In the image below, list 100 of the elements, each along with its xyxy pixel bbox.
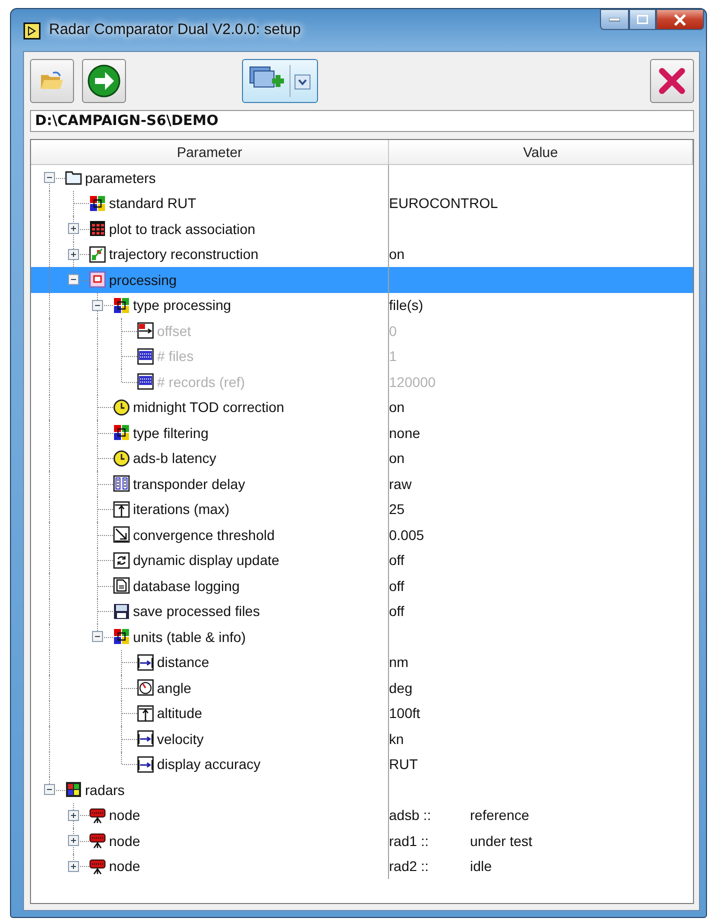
- puzzle-icon: [89, 194, 106, 212]
- collapse-icon[interactable]: [44, 172, 55, 184]
- expand-icon[interactable]: [68, 223, 79, 234]
- close-button[interactable]: [656, 9, 704, 30]
- parameter-value: 0: [389, 322, 398, 339]
- tree-row[interactable]: display accuracy RUT: [31, 752, 693, 777]
- node-status: under test: [470, 832, 532, 849]
- minimize-icon: [609, 18, 620, 22]
- parameter-value: rad1 ::: [389, 832, 430, 849]
- maximize-icon: [637, 15, 648, 24]
- tree-row[interactable]: midnight TOD correction on: [31, 394, 693, 420]
- parameter-label: altitude: [157, 705, 202, 722]
- collapse-icon[interactable]: [44, 784, 55, 796]
- parameter-value: 0.005: [389, 526, 426, 543]
- folder-icon: [65, 169, 82, 186]
- parameter-label: type filtering: [133, 424, 208, 441]
- collapse-icon[interactable]: [68, 274, 79, 286]
- parameter-value: adsb ::: [389, 807, 432, 824]
- parameter-label: node: [109, 858, 140, 874]
- parameter-label: radars: [85, 782, 125, 798]
- expand-icon[interactable]: [68, 248, 79, 260]
- parameter-value: off: [389, 552, 406, 568]
- tree-row[interactable]: transponder delay raw: [31, 471, 693, 496]
- tree-row[interactable]: angle deg: [31, 675, 693, 700]
- puzzle-icon: [113, 424, 130, 442]
- parameter-value: kn: [389, 730, 405, 747]
- parameter-label: trajectory reconstruction: [109, 246, 258, 262]
- tree-row[interactable]: standard RUT EUROCONTROL: [31, 190, 693, 216]
- parameter-label: node: [109, 807, 140, 824]
- minimize-button[interactable]: [600, 9, 629, 30]
- parameter-label: processing: [109, 272, 177, 288]
- parameter-label: offset: [157, 322, 191, 339]
- grid-icon: [65, 781, 82, 798]
- document-icon: [113, 577, 130, 594]
- run-button[interactable]: [82, 59, 126, 103]
- tree-row[interactable]: processing: [31, 267, 693, 292]
- tree-row[interactable]: units (table & info): [31, 624, 693, 650]
- clock-icon: [113, 450, 130, 467]
- window-title: Radar Comparator Dual V2.0.0: setup: [49, 21, 302, 38]
- maximize-button[interactable]: [629, 9, 656, 30]
- node-status: reference: [470, 807, 530, 824]
- open-folder-button[interactable]: [30, 59, 74, 103]
- tree-row[interactable]: save processed files off: [31, 598, 693, 624]
- app-icon: [23, 22, 41, 40]
- parameter-label: standard RUT: [109, 195, 196, 212]
- tree-row[interactable]: type filtering none: [31, 420, 693, 446]
- tree-row[interactable]: node rad2 :: idle: [31, 854, 693, 879]
- tree-row[interactable]: database logging off: [31, 573, 693, 598]
- parameter-value: 25: [389, 501, 406, 518]
- list-icon: [137, 373, 154, 390]
- tree-row[interactable]: radars: [31, 777, 693, 802]
- parameter-label: save processed files: [133, 603, 260, 620]
- parameter-value: 1: [389, 348, 398, 364]
- tree-row[interactable]: plot to track association: [31, 216, 693, 242]
- tree-row[interactable]: dynamic display update off: [31, 548, 693, 573]
- parameter-value: nm: [389, 654, 410, 670]
- parameter-label: # records (ref): [157, 374, 245, 390]
- parameter-value: on: [389, 399, 406, 416]
- slope-icon: [113, 526, 130, 544]
- tree-row[interactable]: ads-b latency on: [31, 446, 693, 471]
- column-header[interactable]: Parameter: [31, 140, 389, 165]
- tree-row[interactable]: node adsb :: reference: [31, 802, 693, 828]
- add-window-dropdown-button[interactable]: [242, 59, 318, 103]
- parameter-value: off: [389, 578, 406, 594]
- parameter-value: on: [389, 450, 406, 466]
- close-icon: [658, 67, 686, 95]
- parameter-label: velocity: [157, 730, 204, 747]
- tree-row[interactable]: iterations (max) 25: [31, 496, 693, 522]
- graph-icon: [89, 246, 106, 263]
- tree-row[interactable]: type processing file(s): [31, 292, 693, 318]
- parameter-value: rad2 ::: [389, 858, 430, 874]
- puzzle-icon: [113, 296, 130, 314]
- folder-icon: [39, 70, 65, 92]
- puzzle-icon: [113, 628, 130, 646]
- collapse-icon[interactable]: [92, 300, 103, 311]
- gauge-icon: [137, 679, 154, 696]
- expand-icon[interactable]: [68, 810, 79, 821]
- cluster-icon: [89, 271, 106, 288]
- path-field[interactable]: D:\CAMPAIGN-S6\DEMO: [30, 110, 694, 132]
- close-button[interactable]: [650, 59, 694, 103]
- parameter-label: distance: [157, 654, 210, 670]
- tree-row[interactable]: parameters: [31, 165, 693, 190]
- tree-row[interactable]: convergence threshold 0.005: [31, 522, 693, 548]
- parameter-value: 100ft: [389, 705, 422, 722]
- expand-icon[interactable]: [68, 835, 79, 846]
- parameter-label: database logging: [133, 578, 240, 594]
- tree-row[interactable]: velocity kn: [31, 726, 693, 752]
- tree-row[interactable]: distance nm: [31, 650, 693, 675]
- parameter-label: dynamic display update: [133, 552, 280, 568]
- column-header[interactable]: Value: [389, 140, 693, 165]
- clock-icon: [113, 398, 130, 416]
- parameter-label: ads-b latency: [133, 450, 216, 466]
- parameter-label: midnight TOD correction: [133, 399, 284, 416]
- collapse-icon[interactable]: [92, 631, 103, 642]
- tree-row[interactable]: altitude 100ft: [31, 700, 693, 726]
- parameter-value: 120000: [389, 374, 437, 390]
- list-icon: [137, 348, 154, 365]
- parameter-label: angle: [157, 680, 192, 696]
- tree-row[interactable]: node rad1 :: under test: [31, 828, 693, 854]
- expand-icon[interactable]: [68, 860, 79, 872]
